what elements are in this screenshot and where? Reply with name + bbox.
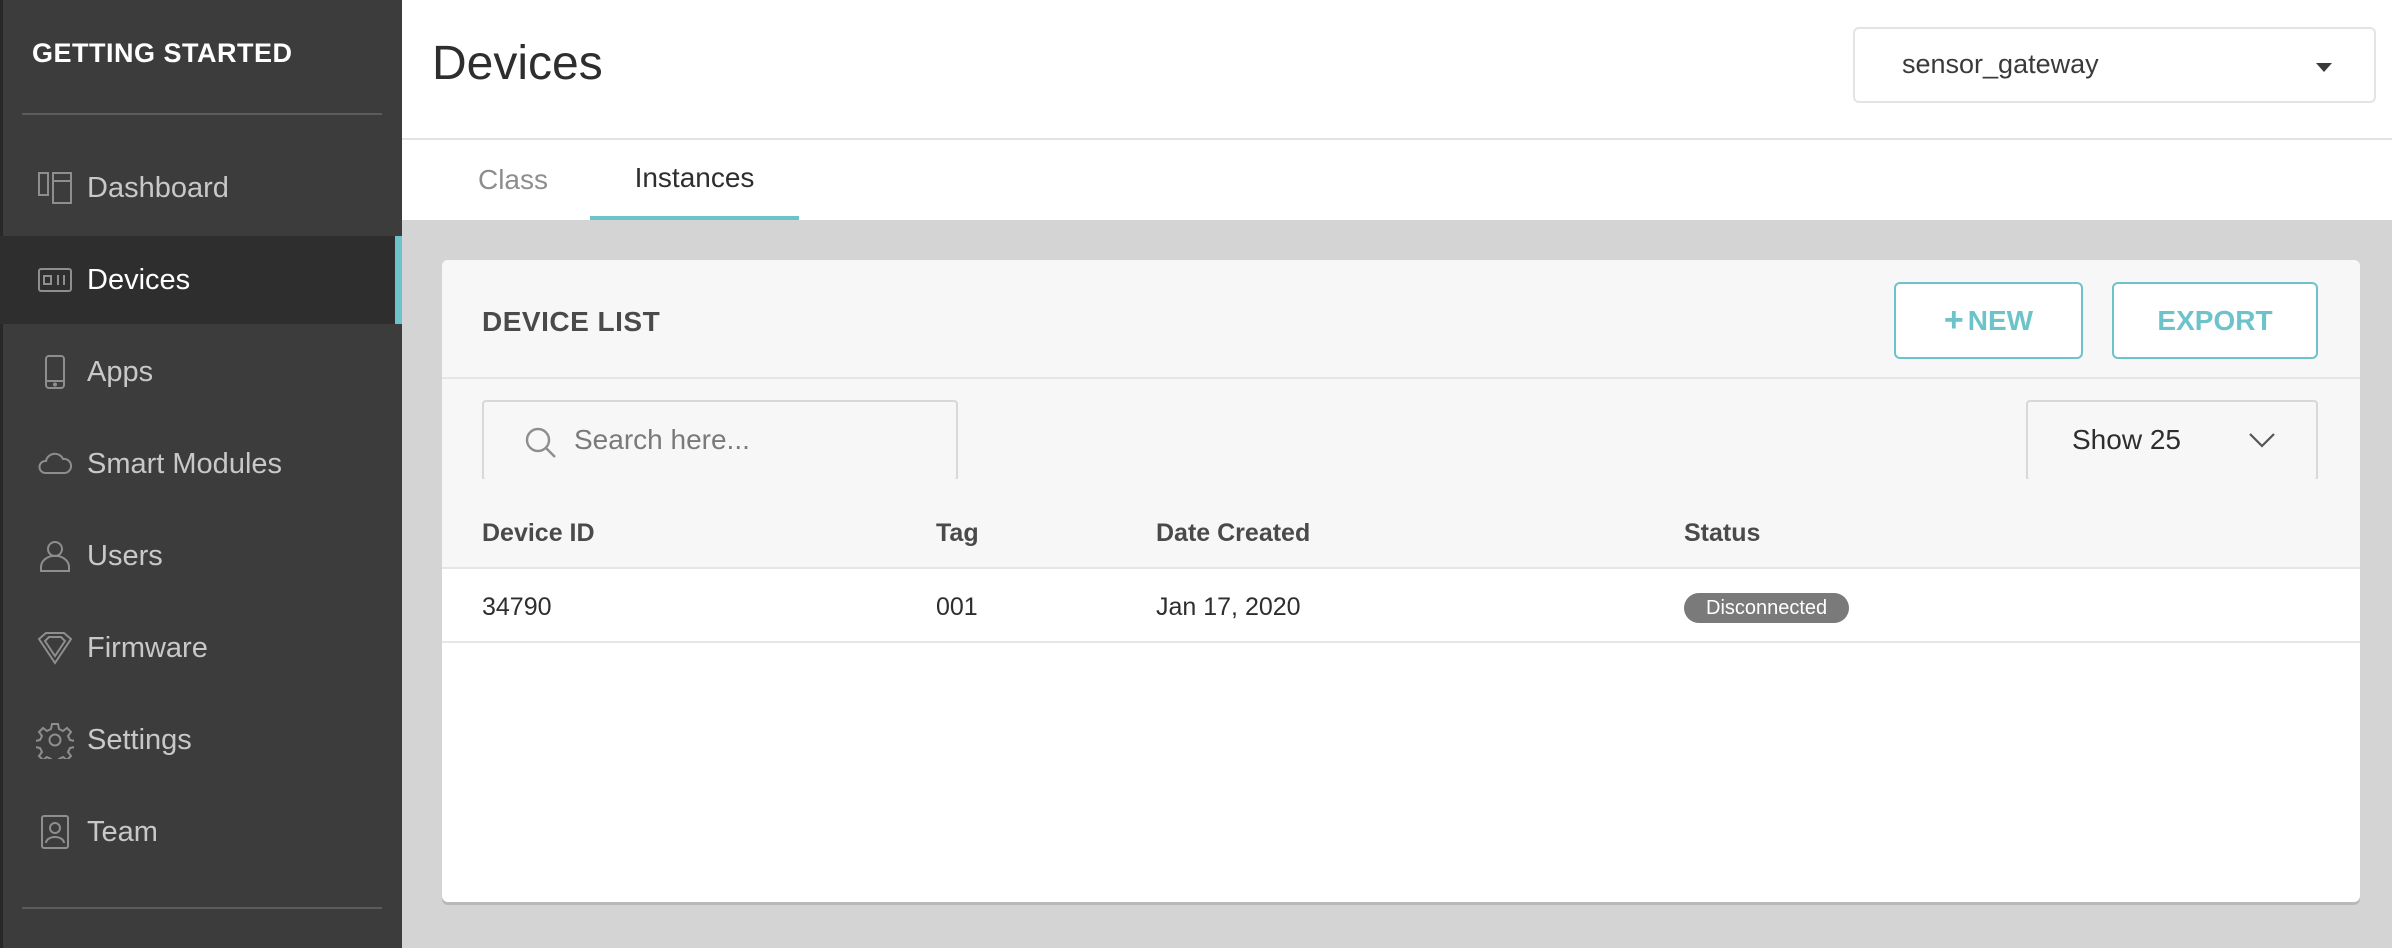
sidebar-item-users[interactable]: Users — [0, 512, 402, 600]
chevron-down-icon — [2248, 430, 2276, 450]
sidebar-divider-top — [22, 113, 382, 115]
user-icon — [36, 537, 74, 575]
page-size-select[interactable]: Show 25 — [2026, 400, 2318, 481]
page-header: Devices sensor_gateway — [402, 0, 2392, 140]
table-row[interactable]: 34790 001 Jan 17, 2020 Disconnected — [442, 569, 2360, 643]
sidebar-item-apps[interactable]: Apps — [0, 328, 402, 416]
dashboard-icon — [36, 169, 74, 207]
tab-class[interactable]: Class — [420, 140, 606, 220]
export-button[interactable]: EXPORT — [2112, 282, 2318, 359]
caret-down-icon — [2316, 63, 2332, 72]
devices-icon — [36, 261, 74, 299]
sidebar-item-settings[interactable]: Settings — [0, 696, 402, 784]
gear-icon — [34, 721, 76, 765]
sidebar: GETTING STARTED Dashboard Devices Apps S… — [0, 0, 402, 948]
list-toolbar: Show 25 — [442, 379, 2360, 481]
sidebar-item-label: Smart Modules — [87, 447, 283, 480]
column-header-device-id[interactable]: Device ID — [482, 519, 595, 548]
cloud-icon — [36, 445, 74, 483]
search-box[interactable] — [482, 400, 958, 481]
sidebar-item-label: Apps — [87, 355, 154, 388]
sidebar-item-smart-modules[interactable]: Smart Modules — [0, 420, 402, 508]
cell-device-id: 34790 — [482, 593, 552, 621]
device-list-card: DEVICE LIST + NEW EXPORT Show 25 Device … — [442, 260, 2360, 902]
sidebar-item-label: Firmware — [87, 631, 208, 664]
search-icon — [524, 426, 558, 460]
page-size-value: Show 25 — [2072, 424, 2181, 455]
plus-icon: + — [1943, 301, 1964, 339]
card-header: DEVICE LIST + NEW EXPORT — [442, 260, 2360, 379]
tab-instances[interactable]: Instances — [590, 140, 799, 220]
app-select-value: sensor_gateway — [1902, 49, 2099, 79]
new-device-button[interactable]: + NEW — [1894, 282, 2083, 359]
page-title: Devices — [432, 37, 603, 90]
sidebar-item-label: Users — [87, 539, 163, 572]
sidebar-divider-bottom — [22, 907, 382, 909]
cell-date-created: Jan 17, 2020 — [1156, 593, 1301, 621]
sidebar-item-label: Team — [87, 815, 158, 848]
phone-icon — [36, 353, 74, 391]
sidebar-item-devices[interactable]: Devices — [0, 236, 402, 324]
column-header-date-created[interactable]: Date Created — [1156, 519, 1310, 548]
sidebar-item-firmware[interactable]: Firmware — [0, 604, 402, 692]
card-title: DEVICE LIST — [482, 306, 661, 337]
team-icon — [36, 813, 74, 851]
sidebar-item-label: Settings — [87, 723, 192, 756]
status-badge: Disconnected — [1684, 593, 1850, 623]
firmware-icon — [36, 629, 74, 667]
sidebar-item-label: Dashboard — [87, 171, 229, 204]
app-select[interactable]: sensor_gateway — [1853, 27, 2376, 103]
sidebar-title[interactable]: GETTING STARTED — [32, 38, 293, 69]
sidebar-item-team[interactable]: Team — [0, 788, 402, 876]
cell-tag: 001 — [936, 593, 978, 621]
sidebar-item-label: Devices — [87, 263, 191, 296]
column-header-status[interactable]: Status — [1684, 519, 1760, 548]
search-input[interactable] — [574, 420, 934, 460]
new-button-label: NEW — [1967, 304, 2034, 336]
column-header-tag[interactable]: Tag — [936, 519, 979, 548]
sidebar-item-dashboard[interactable]: Dashboard — [0, 144, 402, 232]
tab-bar: Class Instances — [402, 140, 2392, 220]
table-header: Device ID Tag Date Created Status — [442, 479, 2360, 569]
